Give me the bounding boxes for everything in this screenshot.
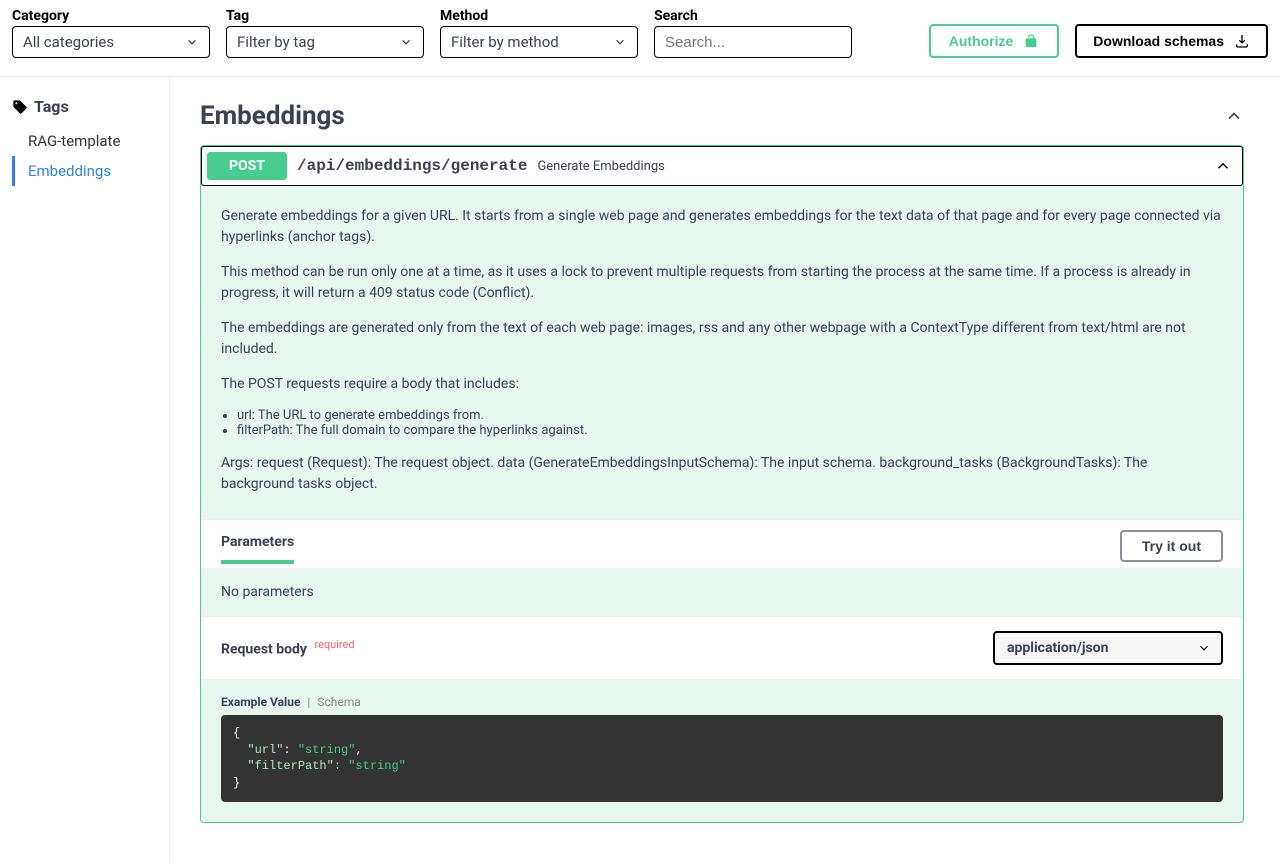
example-value-tab[interactable]: Example Value xyxy=(221,695,300,709)
method-select[interactable]: Filter by method xyxy=(440,26,638,58)
request-body-title: Request body xyxy=(221,642,307,658)
category-value: All categories xyxy=(23,33,114,51)
endpoint-header[interactable]: POST /api/embeddings/generate Generate E… xyxy=(201,146,1243,186)
chevron-up-icon[interactable] xyxy=(1224,106,1244,126)
no-parameters: No parameters xyxy=(201,568,1243,616)
content-type-value: application/json xyxy=(1007,640,1108,656)
endpoint-description: Generate embeddings for a given URL. It … xyxy=(201,186,1243,519)
required-tag: required xyxy=(314,638,354,651)
tag-label: Tag xyxy=(226,8,424,24)
description-p5: Args: request (Request): The request obj… xyxy=(221,453,1223,495)
search-input[interactable] xyxy=(654,26,852,58)
download-icon xyxy=(1234,33,1250,49)
category-select[interactable]: All categories xyxy=(12,26,210,58)
endpoint-summary: Generate Embeddings xyxy=(537,159,664,174)
chevron-down-icon xyxy=(1197,641,1211,655)
chevron-down-icon xyxy=(399,35,413,49)
description-p4: The POST requests require a body that in… xyxy=(221,374,1223,395)
chevron-up-icon[interactable] xyxy=(1214,157,1232,175)
search-label: Search xyxy=(654,8,852,24)
description-li2: filterPath: The full domain to compare t… xyxy=(237,424,1223,439)
content-type-select[interactable]: application/json xyxy=(993,631,1223,665)
sidebar-item-embeddings[interactable]: Embeddings xyxy=(12,156,169,186)
category-label: Category xyxy=(12,8,210,24)
description-p1: Generate embeddings for a given URL. It … xyxy=(221,206,1223,248)
schema-tab[interactable]: Schema xyxy=(317,695,360,709)
unlock-icon xyxy=(1023,33,1039,49)
tag-select[interactable]: Filter by tag xyxy=(226,26,424,58)
method-value: Filter by method xyxy=(451,33,559,51)
try-it-out-button[interactable]: Try it out xyxy=(1120,530,1223,562)
description-li1: url: The URL to generate embeddings from… xyxy=(237,409,1223,424)
sidebar-title: Tags xyxy=(34,97,69,116)
description-p3: The embeddings are generated only from t… xyxy=(221,318,1223,360)
example-code: { "url": "string", "filterPath": "string… xyxy=(221,715,1223,802)
authorize-label: Authorize xyxy=(949,33,1014,49)
chevron-down-icon xyxy=(613,35,627,49)
parameters-title: Parameters xyxy=(221,534,294,564)
description-p2: This method can be run only one at a tim… xyxy=(221,262,1223,304)
authorize-button[interactable]: Authorize xyxy=(929,24,1060,58)
sidebar-tags-header: Tags xyxy=(12,97,169,116)
tab-divider: | xyxy=(307,695,310,709)
tag-value: Filter by tag xyxy=(237,33,315,51)
section-title: Embeddings xyxy=(200,101,345,131)
method-badge: POST xyxy=(207,152,287,180)
tag-icon xyxy=(12,99,28,115)
download-schemas-button[interactable]: Download schemas xyxy=(1075,24,1268,58)
endpoint-path: /api/embeddings/generate xyxy=(297,157,527,175)
method-label: Method xyxy=(440,8,638,24)
download-label: Download schemas xyxy=(1093,33,1224,49)
chevron-down-icon xyxy=(185,35,199,49)
sidebar-item-rag-template[interactable]: RAG-template xyxy=(12,126,169,156)
